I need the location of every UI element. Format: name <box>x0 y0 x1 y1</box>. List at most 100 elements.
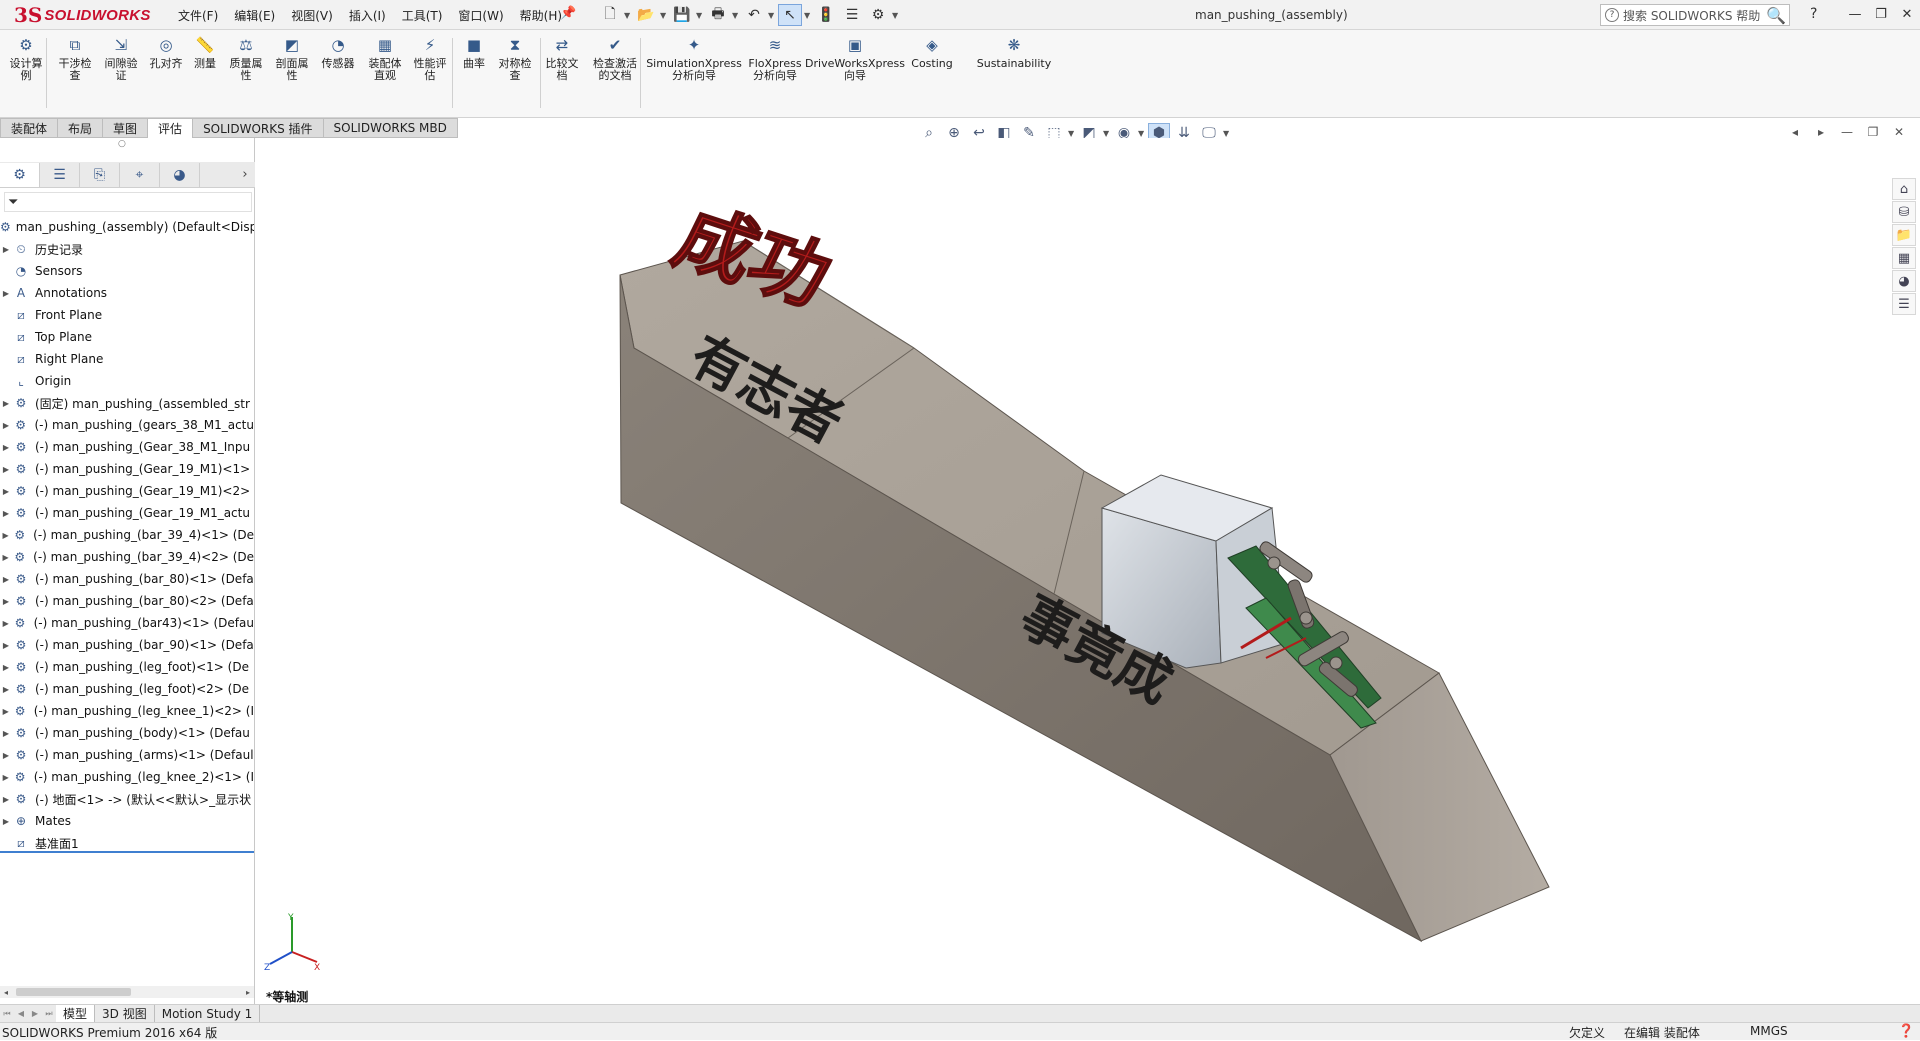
command-tab-3[interactable]: 评估 <box>148 118 194 138</box>
tree-item[interactable]: ▶ ⚙ (-) man_pushing_(leg_knee_2)<1> (I <box>0 766 254 788</box>
view-palette-icon[interactable]: ▦ <box>1892 247 1916 269</box>
tree-item[interactable]: ▶ ⚙ (-) man_pushing_(bar_80)<2> (Defa <box>0 590 254 612</box>
new-document-icon[interactable]: 🗋 <box>598 4 622 26</box>
propertymanager-tab-icon[interactable]: ☰ <box>40 162 80 187</box>
solidworks-resources-icon[interactable]: ⌂ <box>1892 178 1916 200</box>
expand-arrow-icon[interactable]: ▶ <box>0 773 12 782</box>
solidworks-logo[interactable]: 3S SOLIDWORKS <box>14 2 154 28</box>
expand-arrow-icon[interactable]: ▶ <box>0 707 12 716</box>
expand-arrow-icon[interactable]: ▶ <box>0 729 12 738</box>
expand-arrow-icon[interactable]: ▶ <box>0 685 12 694</box>
tree-item[interactable]: ▶ ⚙ (-) man_pushing_(body)<1> (Defau <box>0 722 254 744</box>
expand-arrow-icon[interactable]: ▶ <box>0 751 12 760</box>
tool-sustainability-button[interactable]: ❋ Sustainability <box>974 34 1054 70</box>
expand-arrow-icon[interactable]: ▶ <box>0 421 12 430</box>
expand-arrow-icon[interactable]: ▶ <box>0 641 12 650</box>
tab-next-icon[interactable]: ▶ <box>28 1009 42 1018</box>
options-dropdown-icon[interactable]: ▼ <box>892 11 900 20</box>
tree-item[interactable]: ▶ ⚙ (-) man_pushing_(leg_foot)<1> (De <box>0 656 254 678</box>
tool-driveworks-button[interactable]: ▣ DriveWorksXpress 向导 <box>805 34 905 82</box>
tool-sensor-button[interactable]: ◔ 传感器 <box>316 34 360 70</box>
command-tab-4[interactable]: SOLIDWORKS 插件 <box>193 118 324 138</box>
display-manager-tab-icon[interactable]: ◕ <box>160 162 200 187</box>
scroll-left-icon[interactable]: ◂ <box>0 988 12 997</box>
panel-collapse-handle-icon[interactable]: ○ <box>118 139 126 149</box>
scroll-right-icon[interactable]: ▸ <box>242 988 254 997</box>
tool-costing-button[interactable]: ◈ Costing <box>906 34 958 70</box>
file-explorer-icon[interactable]: 📁 <box>1892 224 1916 246</box>
tree-root-assembly[interactable]: ⚙ man_pushing_(assembly) (Default<Displa… <box>0 216 254 238</box>
display-style-dropdown-icon[interactable]: ▼ <box>1103 129 1110 138</box>
tree-item[interactable]: ⌞ Origin <box>0 370 254 392</box>
tree-filter[interactable]: ⏷ <box>4 192 252 212</box>
tree-item[interactable]: ▶ ⊕ Mates <box>0 810 254 832</box>
save-dropdown-icon[interactable]: ▼ <box>696 11 704 20</box>
command-tab-1[interactable]: 布局 <box>58 118 104 138</box>
scrollbar-thumb[interactable] <box>16 988 131 996</box>
tree-item[interactable]: ▶ ⚙ (-) man_pushing_(arms)<1> (Defaul <box>0 744 254 766</box>
pin-menu-icon[interactable]: 📌 <box>560 6 576 22</box>
file-properties-icon[interactable]: ☰ <box>840 4 864 26</box>
featuremanager-tab-icon[interactable]: ⚙ <box>0 162 40 187</box>
save-icon[interactable]: 💾 <box>670 4 694 26</box>
tree-item[interactable]: ▶ ⏲ 历史记录 <box>0 238 254 260</box>
menu-file[interactable]: 文件(F) <box>170 7 226 24</box>
tree-item[interactable]: ▶ ⚙ (-) man_pushing_(bar43)<1> (Defau <box>0 612 254 634</box>
tool-check-document-button[interactable]: ✔ 检查激活 的文档 <box>585 34 645 82</box>
graphics-area[interactable]: 成功 有志者 事竟成 <box>256 138 1920 1004</box>
tree-item[interactable]: ⧄ Right Plane <box>0 348 254 370</box>
expand-arrow-icon[interactable]: ▶ <box>0 817 12 826</box>
status-help-icon[interactable]: ❓ <box>1898 1024 1914 1039</box>
expand-arrow-icon[interactable]: ▶ <box>0 487 12 496</box>
tree-item[interactable]: ▶ ⚙ (-) man_pushing_(Gear_19_M1_actu <box>0 502 254 524</box>
select-dropdown-icon[interactable]: ▼ <box>804 11 812 20</box>
command-tab-0[interactable]: 装配体 <box>0 118 59 138</box>
menu-tools[interactable]: 工具(T) <box>394 7 451 24</box>
tool-assembly-visualization-button[interactable]: ▦ 装配体 直观 <box>363 34 407 82</box>
tool-interference-button[interactable]: ⧉ 干涉检 查 <box>55 34 95 82</box>
tree-item[interactable]: ▶ ⚙ (-) man_pushing_(bar_39_4)<1> (De <box>0 524 254 546</box>
open-document-icon[interactable]: 📂 <box>634 4 658 26</box>
tool-design-study-button[interactable]: ⚙ 设计算 例 <box>6 34 46 82</box>
design-library-icon[interactable]: ⛁ <box>1892 201 1916 223</box>
tree-item[interactable]: ▶ ⚙ (-) man_pushing_(leg_foot)<2> (De <box>0 678 254 700</box>
status-units[interactable]: MMGS <box>1750 1024 1788 1038</box>
tab-first-icon[interactable]: ⏮ <box>0 1009 14 1019</box>
options-gear-icon[interactable]: ⚙ <box>866 4 890 26</box>
expand-arrow-icon[interactable]: ▶ <box>0 443 12 452</box>
undo-icon[interactable]: ↶ <box>742 4 766 26</box>
tree-item[interactable]: ▶ ⚙ (固定) man_pushing_(assembled_str <box>0 392 254 414</box>
expand-arrow-icon[interactable]: ▶ <box>0 597 12 606</box>
hide-show-dropdown-icon[interactable]: ▼ <box>1138 129 1145 138</box>
tool-mass-properties-button[interactable]: ⚖ 质量属 性 <box>224 34 268 82</box>
tool-simulationxpress-button[interactable]: ✦ SimulationXpress 分析向导 <box>646 34 742 82</box>
tab-last-icon[interactable]: ⏭ <box>42 1009 56 1019</box>
expand-arrow-icon[interactable]: ▶ <box>0 399 12 408</box>
tool-curvature-button[interactable]: ■ 曲率 <box>459 34 489 70</box>
tree-item[interactable]: ▶ ⚙ (-) man_pushing_(Gear_19_M1)<2> <box>0 480 254 502</box>
tab-model[interactable]: 模型 <box>56 1005 96 1022</box>
tab-prev-icon[interactable]: ◀ <box>14 1009 28 1018</box>
panel-more-icon[interactable]: › <box>235 167 255 182</box>
filter-funnel-icon[interactable]: ⏷ <box>8 195 18 210</box>
print-icon[interactable]: 🖶 <box>706 4 730 26</box>
view-orientation-dropdown-icon[interactable]: ▼ <box>1068 129 1075 138</box>
configurationmanager-tab-icon[interactable]: ⎘ <box>80 162 120 187</box>
expand-arrow-icon[interactable]: ▶ <box>0 553 11 562</box>
tree-item[interactable]: ⧄ Top Plane <box>0 326 254 348</box>
tree-item[interactable]: ▶ ⚙ (-) man_pushing_(bar_80)<1> (Defa <box>0 568 254 590</box>
tool-floxpress-button[interactable]: ≋ FloXpress 分析向导 <box>744 34 806 82</box>
tool-section-properties-button[interactable]: ◩ 剖面属 性 <box>270 34 314 82</box>
appearances-scenes-icon[interactable]: ◕ <box>1892 270 1916 292</box>
command-tab-2[interactable]: 草图 <box>103 118 149 138</box>
tab-3d-views[interactable]: 3D 视图 <box>95 1005 155 1022</box>
tool-symmetry-button[interactable]: ⧗ 对称检 查 <box>493 34 537 82</box>
tool-measure-button[interactable]: 📏 测量 <box>190 34 220 70</box>
tool-compare-button[interactable]: ⇄ 比较文 档 <box>540 34 584 82</box>
menu-edit[interactable]: 编辑(E) <box>226 7 283 24</box>
menu-view[interactable]: 视图(V) <box>283 7 341 24</box>
command-tab-5[interactable]: SOLIDWORKS MBD <box>323 118 458 138</box>
rebuild-icon[interactable]: 🚦 <box>814 4 838 26</box>
expand-arrow-icon[interactable]: ▶ <box>0 795 12 804</box>
expand-arrow-icon[interactable]: ▶ <box>0 289 12 298</box>
